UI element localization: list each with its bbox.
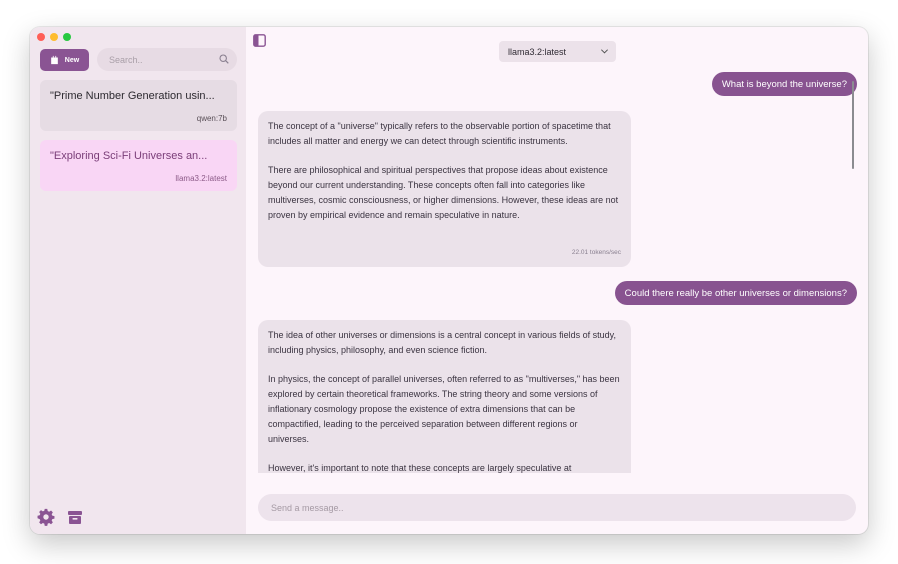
- message-composer: [258, 494, 856, 521]
- gear-icon[interactable]: [37, 508, 55, 526]
- chat-area: llama3.2:latest What is beyond the unive…: [246, 27, 868, 534]
- archive-icon[interactable]: [67, 509, 83, 525]
- conversation-model: llama3.2:latest: [175, 174, 227, 183]
- message-paragraph: However, it's important to note that the…: [268, 463, 572, 473]
- model-selector[interactable]: llama3.2:latest: [499, 41, 616, 62]
- conversation-item-active[interactable]: "Exploring Sci-Fi Universes an... llama3…: [40, 140, 237, 191]
- model-selector-value: llama3.2:latest: [508, 46, 567, 57]
- message-paragraph: There are philosophical and spiritual pe…: [268, 165, 619, 220]
- message-paragraph: In physics, the concept of parallel univ…: [268, 374, 620, 444]
- conversation-title: "Exploring Sci-Fi Universes an...: [50, 150, 208, 162]
- assistant-message: The idea of other universes or dimension…: [258, 320, 631, 473]
- new-chat-button[interactable]: New: [40, 49, 89, 71]
- close-window-button[interactable]: [37, 33, 45, 41]
- search-box: [97, 48, 237, 71]
- sidebar: New "Prime Number Generation usin... qwe…: [30, 27, 246, 534]
- assistant-message: The concept of a "universe" typically re…: [258, 111, 631, 267]
- new-chat-icon: [50, 55, 58, 65]
- user-message: Could there really be other universes or…: [614, 281, 857, 305]
- conversation-item[interactable]: "Prime Number Generation usin... qwen:7b: [40, 80, 237, 131]
- conversation-model: qwen:7b: [196, 114, 227, 123]
- tokens-per-sec: 22.01 tokens/sec: [571, 249, 621, 257]
- search-input[interactable]: [97, 48, 217, 71]
- maximize-window-button[interactable]: [63, 33, 71, 41]
- search-icon[interactable]: [219, 54, 229, 64]
- message-input[interactable]: [258, 494, 856, 521]
- minimize-window-button[interactable]: [50, 33, 58, 41]
- app-window: New "Prime Number Generation usin... qwe…: [30, 27, 868, 534]
- message-paragraph: The idea of other universes or dimension…: [268, 330, 617, 355]
- chevron-down-icon: [600, 49, 609, 54]
- new-chat-label: New: [64, 56, 80, 64]
- user-message: What is beyond the universe?: [711, 72, 857, 96]
- conversation-title: "Prime Number Generation usin...: [50, 90, 215, 102]
- scrollbar[interactable]: [852, 81, 854, 169]
- message-paragraph: The concept of a "universe" typically re…: [268, 121, 611, 146]
- sidebar-toggle-icon[interactable]: [253, 34, 266, 47]
